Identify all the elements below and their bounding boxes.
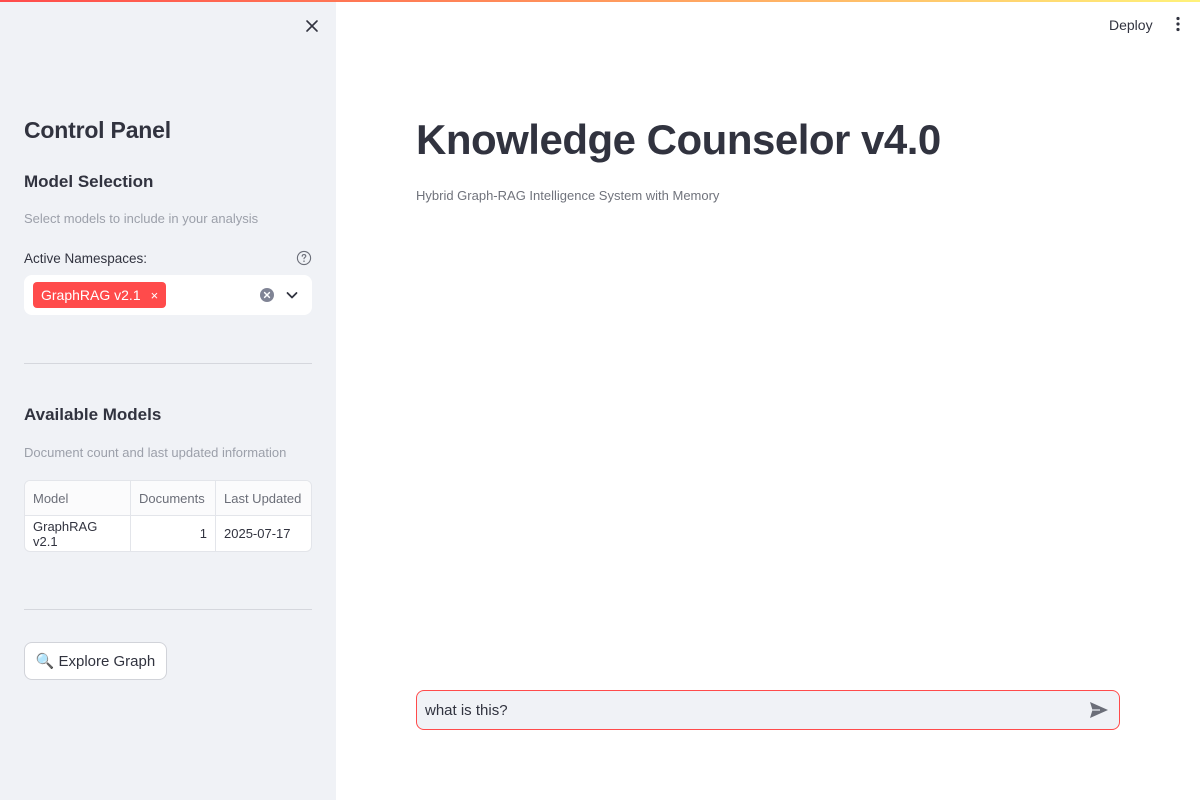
help-icon[interactable]: [296, 250, 312, 266]
divider: [24, 363, 312, 364]
column-header-last-updated[interactable]: Last Updated: [216, 481, 311, 516]
deploy-button[interactable]: Deploy: [1100, 13, 1162, 37]
close-sidebar-icon[interactable]: [302, 16, 322, 36]
clear-all-icon[interactable]: [259, 287, 275, 303]
available-models-heading: Available Models: [24, 405, 162, 424]
column-header-documents[interactable]: Documents: [131, 481, 216, 516]
sidebar-title: Control Panel: [24, 117, 171, 143]
model-selection-heading: Model Selection: [24, 172, 154, 191]
send-icon[interactable]: [1088, 700, 1110, 720]
namespaces-multiselect[interactable]: GraphRAG v2.1 ×: [24, 275, 312, 315]
explore-graph-label: Explore Graph: [58, 652, 156, 670]
namespaces-label: Active Namespaces:: [24, 251, 148, 266]
divider: [24, 609, 312, 610]
chat-input[interactable]: [425, 691, 1075, 729]
explore-graph-button[interactable]: 🔍 Explore Graph: [24, 642, 167, 680]
models-table[interactable]: Model Documents Last Updated GraphRAG v2…: [24, 480, 312, 552]
table-cell-documents: 1: [131, 516, 216, 551]
table-header-row: Model Documents Last Updated: [25, 481, 311, 516]
tag-remove-icon[interactable]: ×: [151, 288, 159, 303]
more-options-icon[interactable]: [1170, 14, 1186, 34]
table-cell-model: GraphRAG v2.1: [25, 516, 131, 551]
table-row[interactable]: GraphRAG v2.1 1 2025-07-17: [25, 516, 311, 551]
page-subtitle: Hybrid Graph-RAG Intelligence System wit…: [416, 188, 720, 203]
magnifier-icon: 🔍: [35, 653, 55, 670]
top-decoration-bar: [0, 0, 1200, 2]
tag-label: GraphRAG v2.1: [41, 287, 141, 303]
page-title: Knowledge Counselor v4.0: [416, 116, 941, 163]
model-selection-caption: Select models to include in your analysi…: [24, 211, 259, 226]
available-models-caption: Document count and last updated informat…: [24, 445, 287, 460]
column-header-model[interactable]: Model: [25, 481, 131, 516]
chat-input-container: [416, 690, 1120, 730]
selected-tag: GraphRAG v2.1 ×: [33, 282, 167, 308]
table-cell-last-updated: 2025-07-17: [224, 526, 291, 541]
sidebar: Control Panel Model Selection Select mod…: [0, 0, 336, 800]
chevron-down-icon[interactable]: [284, 287, 300, 303]
